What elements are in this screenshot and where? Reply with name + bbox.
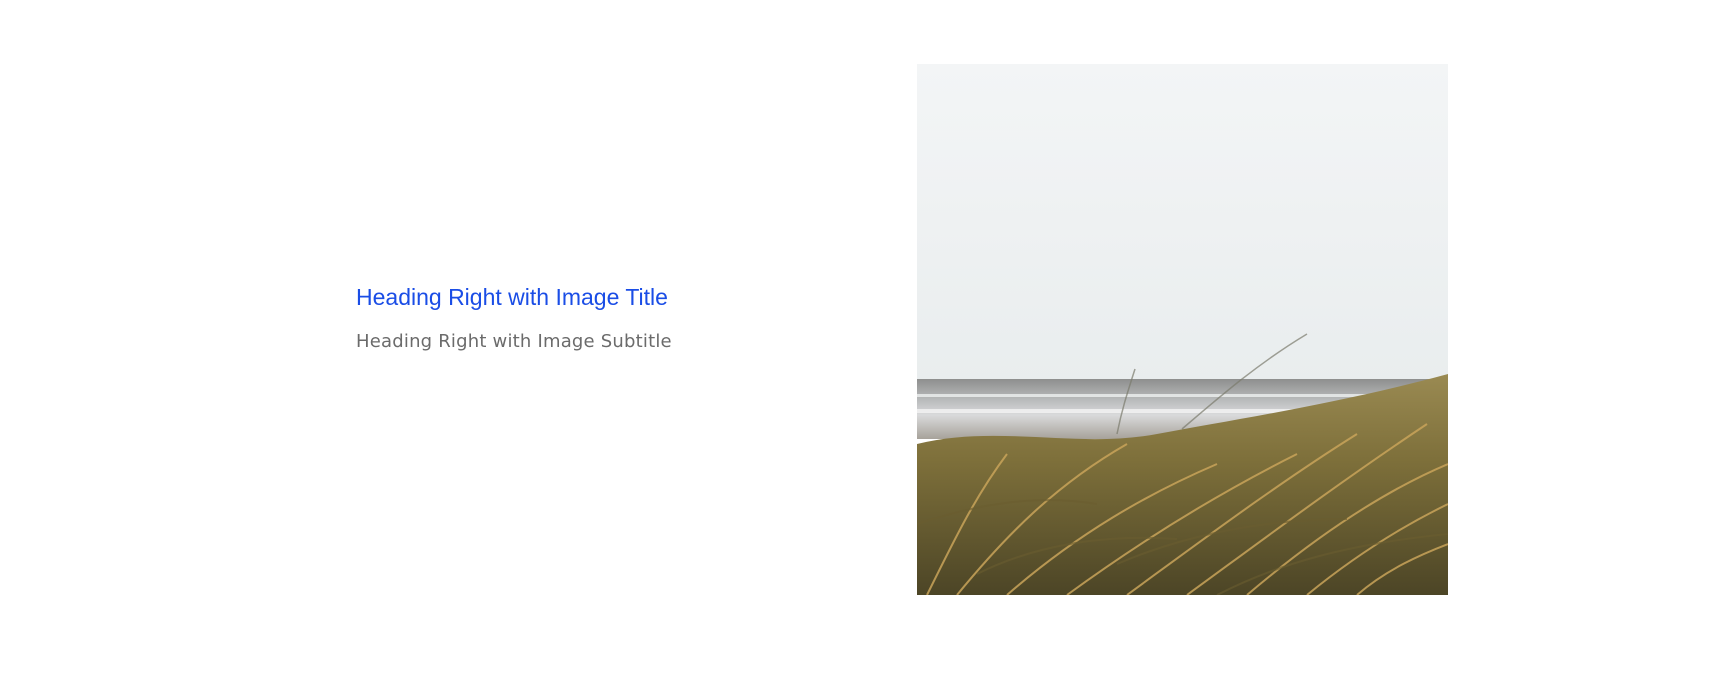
beach-dune-grass-image — [917, 64, 1448, 595]
section-subtitle: Heading Right with Image Subtitle — [356, 331, 672, 352]
heading-right-with-image-section: Heading Right with Image Title Heading R… — [0, 0, 1720, 680]
section-title: Heading Right with Image Title — [356, 284, 668, 310]
heading-text-block: Heading Right with Image Title Heading R… — [356, 282, 856, 354]
